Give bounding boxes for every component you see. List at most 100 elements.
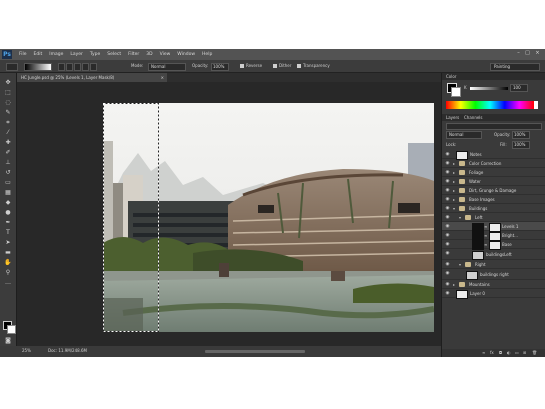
quick-mask-icon[interactable]: ◙ (4, 337, 12, 344)
color-bg-swatch[interactable] (451, 87, 461, 97)
menu-3d[interactable]: 3D (146, 52, 152, 57)
transparency-checkbox[interactable] (297, 64, 301, 68)
gradient-type-reflected[interactable] (82, 63, 89, 71)
menu-view[interactable]: View (160, 52, 171, 57)
color-panel-tab[interactable]: Color (446, 74, 456, 79)
document-tab[interactable]: HC Jungle.psd @ 25% (Levels 1, Layer Mas… (17, 73, 167, 82)
opacity-input[interactable]: 100% (211, 63, 229, 71)
eye-icon[interactable]: ◉ (445, 291, 450, 296)
pen-tool-icon[interactable]: ✒ (4, 219, 12, 226)
lasso-tool-icon[interactable]: ◌ (4, 99, 12, 106)
eye-icon[interactable]: ◉ (445, 271, 450, 276)
eye-icon[interactable]: ◉ (445, 152, 450, 157)
eraser-tool-icon[interactable]: ▭ (4, 179, 12, 186)
layers-panel-tab[interactable]: Layers (446, 115, 459, 120)
dodge-tool-icon[interactable]: ● (4, 209, 12, 216)
move-tool-icon[interactable]: ✥ (4, 79, 12, 86)
expand-arrow-icon[interactable]: ▸ (453, 188, 457, 193)
eyedropper-tool-icon[interactable]: ⁄ (4, 129, 12, 136)
layer-row[interactable]: ◉ Notes (442, 150, 545, 160)
layer-row[interactable]: ◉ ▸ Base Images (442, 195, 545, 204)
minimize-icon[interactable]: – (516, 51, 521, 56)
trash-icon[interactable]: 🗑 (532, 350, 537, 355)
eye-icon[interactable]: ◉ (445, 197, 450, 202)
path-select-tool-icon[interactable]: ➤ (4, 239, 12, 246)
menu-filter[interactable]: Filter (128, 52, 139, 57)
layer-row[interactable]: ◉ ▾ Buildings (442, 204, 545, 213)
new-group-icon[interactable]: ▭ (515, 350, 519, 355)
eye-icon[interactable]: ◉ (445, 282, 450, 287)
workspace-switcher[interactable]: Painting (490, 63, 540, 71)
fx-icon[interactable]: fx (490, 350, 494, 355)
layer-row[interactable]: ◉ Layer 0 (442, 289, 545, 299)
layer-row[interactable]: ◉ ▸ Mountains (442, 280, 545, 289)
layers-filter[interactable] (446, 123, 542, 130)
layer-row[interactable]: ◉ ∞ Base (442, 240, 545, 250)
new-layer-icon[interactable]: ⊞ (523, 350, 526, 355)
document-info[interactable]: Doc: 11.9M/248.6M (48, 348, 87, 354)
history-brush-tool-icon[interactable]: ↺ (4, 169, 12, 176)
menu-help[interactable]: Help (202, 52, 212, 57)
layer-row-selected[interactable]: ◉ ∞ Levels 1 (442, 222, 545, 232)
layer-row[interactable]: ◉ ∞ Bright... (442, 231, 545, 241)
more-tools-icon[interactable]: … (4, 279, 12, 286)
layer-opacity-input[interactable]: 100% (512, 131, 530, 139)
zoom-level[interactable]: 25% (22, 348, 31, 354)
background-color-swatch[interactable] (7, 325, 16, 334)
close-icon[interactable]: × (535, 51, 540, 56)
clone-stamp-tool-icon[interactable]: ⊥ (4, 159, 12, 166)
layer-row[interactable]: ◉ buildingsLeft (442, 249, 545, 260)
gradient-picker[interactable] (24, 63, 52, 71)
canvas-area[interactable] (17, 82, 441, 346)
color-spectrum-white[interactable] (534, 101, 538, 109)
adjustment-layer-icon[interactable]: ◐ (507, 350, 511, 355)
horizontal-scrollbar[interactable] (205, 350, 305, 353)
menu-image[interactable]: Image (49, 52, 63, 57)
mode-select[interactable]: Normal (148, 63, 186, 71)
expand-arrow-icon[interactable]: ▸ (453, 161, 457, 166)
layer-row[interactable]: ◉ ▸ Foliage (442, 168, 545, 177)
tool-preset-picker[interactable] (6, 63, 18, 71)
dither-checkbox[interactable] (273, 64, 277, 68)
brush-tool-icon[interactable]: ✐ (4, 149, 12, 156)
channels-panel-tab[interactable]: Channels (464, 115, 483, 120)
eye-icon[interactable]: ◉ (445, 242, 450, 247)
blend-mode-select[interactable]: Normal (446, 131, 482, 139)
blur-tool-icon[interactable]: ◆ (4, 199, 12, 206)
color-value-input[interactable]: 100 (510, 84, 528, 92)
gradient-type-angle[interactable] (74, 63, 81, 71)
marquee-tool-icon[interactable]: ⬚ (4, 89, 12, 96)
eye-icon[interactable]: ◉ (445, 206, 450, 211)
crop-tool-icon[interactable]: ⌗ (4, 119, 12, 126)
layer-row[interactable]: ◉ ▸ Dirt, Grunge & Damage (442, 186, 545, 195)
link-layers-icon[interactable]: ∞ (482, 350, 485, 355)
color-spectrum-bar[interactable] (446, 101, 534, 109)
hand-tool-icon[interactable]: ✋ (4, 259, 12, 266)
eye-icon[interactable]: ◉ (445, 251, 450, 256)
menu-file[interactable]: File (19, 52, 27, 57)
eye-icon[interactable]: ◉ (445, 170, 450, 175)
layer-row[interactable]: ◉ ▾ Left (442, 213, 545, 222)
gradient-type-linear[interactable] (58, 63, 65, 71)
expand-arrow-icon[interactable]: ▸ (453, 197, 457, 202)
layer-row[interactable]: ◉ ▸ Water (442, 177, 545, 186)
menu-layer[interactable]: Layer (70, 52, 83, 57)
layer-row[interactable]: ◉ ▾ Right (442, 260, 545, 269)
collapse-arrow-icon[interactable]: ▾ (459, 262, 463, 267)
eye-icon[interactable]: ◉ (445, 224, 450, 229)
layer-row[interactable]: ◉ buildings right (442, 269, 545, 280)
expand-arrow-icon[interactable]: ▸ (453, 282, 457, 287)
add-mask-icon[interactable]: ◘ (499, 350, 502, 355)
eye-icon[interactable]: ◉ (445, 179, 450, 184)
expand-arrow-icon[interactable]: ▸ (453, 170, 457, 175)
gradient-tool-icon[interactable]: ▦ (4, 189, 12, 196)
tab-close-icon[interactable]: × (161, 73, 164, 82)
color-slider[interactable] (470, 87, 508, 90)
zoom-tool-icon[interactable]: ⚲ (4, 269, 12, 276)
expand-arrow-icon[interactable]: ▸ (453, 179, 457, 184)
collapse-arrow-icon[interactable]: ▾ (459, 215, 463, 220)
eye-icon[interactable]: ◉ (445, 188, 450, 193)
type-tool-icon[interactable]: T (4, 229, 12, 236)
gradient-type-radial[interactable] (66, 63, 73, 71)
layer-row[interactable]: ◉ ▸ Color Correction (442, 159, 545, 168)
